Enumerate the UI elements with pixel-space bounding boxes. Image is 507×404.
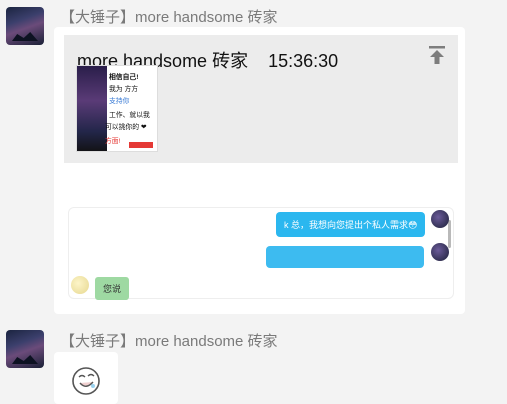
chat-screenshot[interactable]: k 总，我想向您提出个私人需求😳 您说 xyxy=(68,207,454,300)
poster-line: 工作、就以我 xyxy=(109,110,150,119)
sender-avatar[interactable] xyxy=(6,330,44,368)
chat-avatar-right xyxy=(431,243,449,261)
sender-name: 【大锤子】more handsome 砖家 xyxy=(60,333,278,350)
shared-message-card[interactable]: more handsome 砖家 15:36:30 相信自己! 我为 方方 支持你… xyxy=(54,27,465,314)
chat-avatar-right xyxy=(431,210,449,228)
emoji-face-icon xyxy=(72,367,100,395)
poster-line: 支持你 xyxy=(109,96,130,105)
sticker-message[interactable] xyxy=(54,352,118,404)
chat-bubble-right-blurred xyxy=(266,246,424,268)
chat-bubble-left: 您说 xyxy=(95,277,130,300)
sender-avatar[interactable] xyxy=(6,7,44,45)
card-time: 15:36:30 xyxy=(268,51,339,71)
poster-thumbnail[interactable]: 相信自己! 我为 方方 支持你 工作、就以我 可以挑你的 ❤ 方面! xyxy=(76,65,158,152)
scrollbar-thumb xyxy=(448,220,451,248)
poster-line: 可以挑你的 ❤ xyxy=(105,122,147,131)
poster-mark xyxy=(129,142,153,148)
pin-to-top-icon[interactable] xyxy=(428,45,446,65)
chat-avatar-left xyxy=(71,276,89,294)
poster-line: 我为 方方 xyxy=(109,84,139,93)
poster-line: 相信自己! xyxy=(109,72,139,81)
card-header: more handsome 砖家 15:36:30 相信自己! 我为 方方 支持你… xyxy=(64,35,458,163)
chat-bubble-right: k 总，我想向您提出个私人需求😳 xyxy=(276,212,426,237)
poster-line: 方面! xyxy=(105,136,121,145)
sender-name: 【大锤子】more handsome 砖家 xyxy=(60,9,278,26)
poster-image xyxy=(77,66,107,151)
